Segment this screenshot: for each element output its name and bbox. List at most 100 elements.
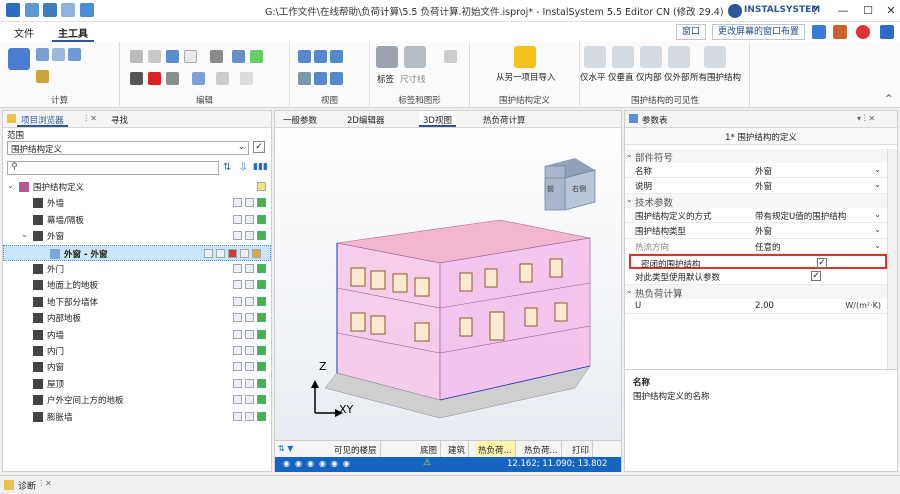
property-value[interactable]: 2.00 [755, 301, 774, 311]
edit-icon[interactable] [245, 198, 254, 208]
menu-file[interactable]: 文件 [8, 25, 40, 40]
add-icon[interactable] [257, 346, 266, 355]
tree-item[interactable]: 地下部分墙体 [3, 294, 271, 310]
copy-icon[interactable] [233, 329, 242, 339]
horizontal-only-button[interactable]: 仅水平 [580, 71, 606, 83]
sort-desc-icon[interactable]: ⇩ [239, 162, 247, 173]
property-row[interactable]: 密闭的围护结构 ✓ [629, 254, 887, 270]
property-scrollbar[interactable] [887, 149, 897, 369]
add-icon[interactable] [257, 214, 266, 224]
blank-icon[interactable] [240, 248, 249, 258]
tab-general-params[interactable]: 一般参数 [279, 111, 321, 128]
tree-item[interactable]: 内墙 [3, 327, 271, 343]
add-icon[interactable] [257, 378, 266, 388]
add-icon[interactable] [257, 329, 266, 339]
zoom-window-icon[interactable] [314, 72, 327, 85]
edit-icon[interactable] [245, 264, 254, 273]
import-plus-icon[interactable] [514, 46, 536, 68]
edit-icon[interactable] [245, 231, 254, 241]
copy-icon[interactable] [233, 395, 242, 405]
property-row[interactable]: 热流方向 任意的 ⌄ [625, 239, 887, 254]
property-value[interactable]: 外窗 [755, 165, 772, 177]
tree-item[interactable]: 外门 [3, 261, 271, 277]
lock-icon[interactable] [252, 248, 261, 258]
external-only-icon[interactable] [668, 46, 690, 68]
pin-icon[interactable]: ⵗ ✕ [85, 114, 97, 123]
remove-icon[interactable] [228, 248, 237, 258]
add-icon[interactable] [257, 264, 266, 273]
edit-icon[interactable] [245, 346, 254, 355]
copy-icon[interactable] [233, 214, 242, 224]
sort-icon[interactable]: ⇅ [223, 162, 231, 173]
calc-icon[interactable] [36, 48, 49, 61]
tab-heat-load[interactable]: 热负荷计算 [479, 111, 530, 128]
add-icon[interactable] [257, 198, 266, 208]
chevron-down-icon[interactable]: ⌄ [874, 165, 881, 174]
tree-item[interactable]: 内窗 [3, 359, 271, 375]
undo-icon[interactable] [43, 3, 57, 17]
3d-viewport[interactable]: 前 右侧 Z XY [275, 128, 621, 440]
copy-icon[interactable] [233, 296, 242, 306]
property-row[interactable]: 围护结构定义的方式 带有规定U值的围护结构 ⌄ [625, 208, 887, 224]
tree-item[interactable]: 户外空间上方的地板 [3, 392, 271, 408]
paste-icon[interactable] [148, 50, 161, 63]
more-icon[interactable]: ▮▮▮ [253, 162, 268, 172]
property-row[interactable]: 名称 外窗 ⌄ [625, 163, 887, 179]
group-icon[interactable] [166, 72, 179, 85]
label-button[interactable]: 标签 [377, 73, 394, 85]
copy-icon[interactable] [233, 362, 242, 372]
redo-icon[interactable] [61, 3, 75, 17]
tree-item[interactable]: ⌄ 围护结构定义 [3, 179, 271, 195]
tab-building[interactable]: 建筑 [445, 441, 470, 458]
all-envelopes-icon[interactable] [704, 46, 726, 68]
layout-button[interactable]: 更改屏幕的窗口布置 [712, 24, 806, 40]
edit-icon[interactable] [216, 248, 225, 258]
tab-underlay[interactable]: 底图 [417, 441, 442, 458]
property-checkbox[interactable]: ✓ [817, 258, 827, 268]
external-only-button[interactable]: 仅外部 [664, 71, 690, 83]
grid-icon[interactable] [250, 50, 263, 63]
tree-item[interactable]: 幕墙/隔板 [3, 212, 271, 228]
edit-icon[interactable] [232, 50, 245, 63]
label-icon[interactable] [376, 46, 398, 68]
mirror-icon[interactable] [216, 72, 229, 85]
diagnostics-tab[interactable]: 诊断 [18, 479, 36, 492]
tree-item[interactable]: 膨胀墙 [3, 409, 271, 425]
property-row[interactable]: U 2.00 W/(m²·K) [625, 299, 887, 315]
copy-icon[interactable] [233, 346, 242, 355]
pan-icon[interactable] [298, 72, 311, 85]
chevron-down-icon[interactable]: ⌄ [874, 210, 881, 219]
copy-icon[interactable] [233, 264, 242, 273]
power-icon[interactable] [856, 25, 870, 39]
warning-icon[interactable]: ⚠ [423, 458, 431, 468]
property-checkbox[interactable]: ✓ [811, 271, 821, 282]
menu-main-tools[interactable]: 主工具 [52, 25, 94, 42]
add-group-icon[interactable] [257, 182, 266, 191]
calc-run-icon[interactable] [68, 48, 81, 61]
scope-dropdown[interactable]: 围护结构定义 ⌄ [7, 141, 249, 155]
edit-icon[interactable] [245, 411, 254, 421]
refresh-icon[interactable] [80, 3, 94, 17]
chevron-down-icon[interactable]: ⌄ [874, 241, 881, 250]
property-value[interactable]: 任意的 [755, 241, 781, 253]
tab-find[interactable]: 寻找 [107, 111, 132, 128]
add-icon[interactable] [257, 313, 266, 323]
copy-icon[interactable] [233, 378, 242, 388]
scope-checkbox[interactable]: ✓ [253, 141, 265, 153]
tab-3d-view[interactable]: 3D视图 [419, 111, 456, 127]
expand-chevron-icon[interactable]: ⌄ [21, 230, 28, 240]
add-icon[interactable] [257, 411, 266, 421]
zoom-out-icon[interactable] [314, 50, 327, 63]
calc-table-icon[interactable] [8, 48, 30, 70]
vertical-only-button[interactable]: 仅垂直 [608, 71, 634, 83]
align-icon[interactable] [192, 72, 205, 85]
zoom-prev-icon[interactable] [330, 72, 343, 85]
nav-arrows-icon[interactable]: ⇅ ▼ [278, 444, 293, 453]
property-value[interactable]: 外窗 [755, 180, 772, 192]
tree-item[interactable]: 地面上的地板 [3, 277, 271, 293]
tree-item[interactable]: 内部地板 [3, 310, 271, 326]
pin-close-icon[interactable]: ▾ ⵗ ✕ [857, 114, 875, 123]
collapse-chevron-icon[interactable]: ⌄ [626, 286, 633, 295]
close-button[interactable]: ✕ [876, 2, 900, 20]
vertical-only-icon[interactable] [612, 46, 634, 68]
